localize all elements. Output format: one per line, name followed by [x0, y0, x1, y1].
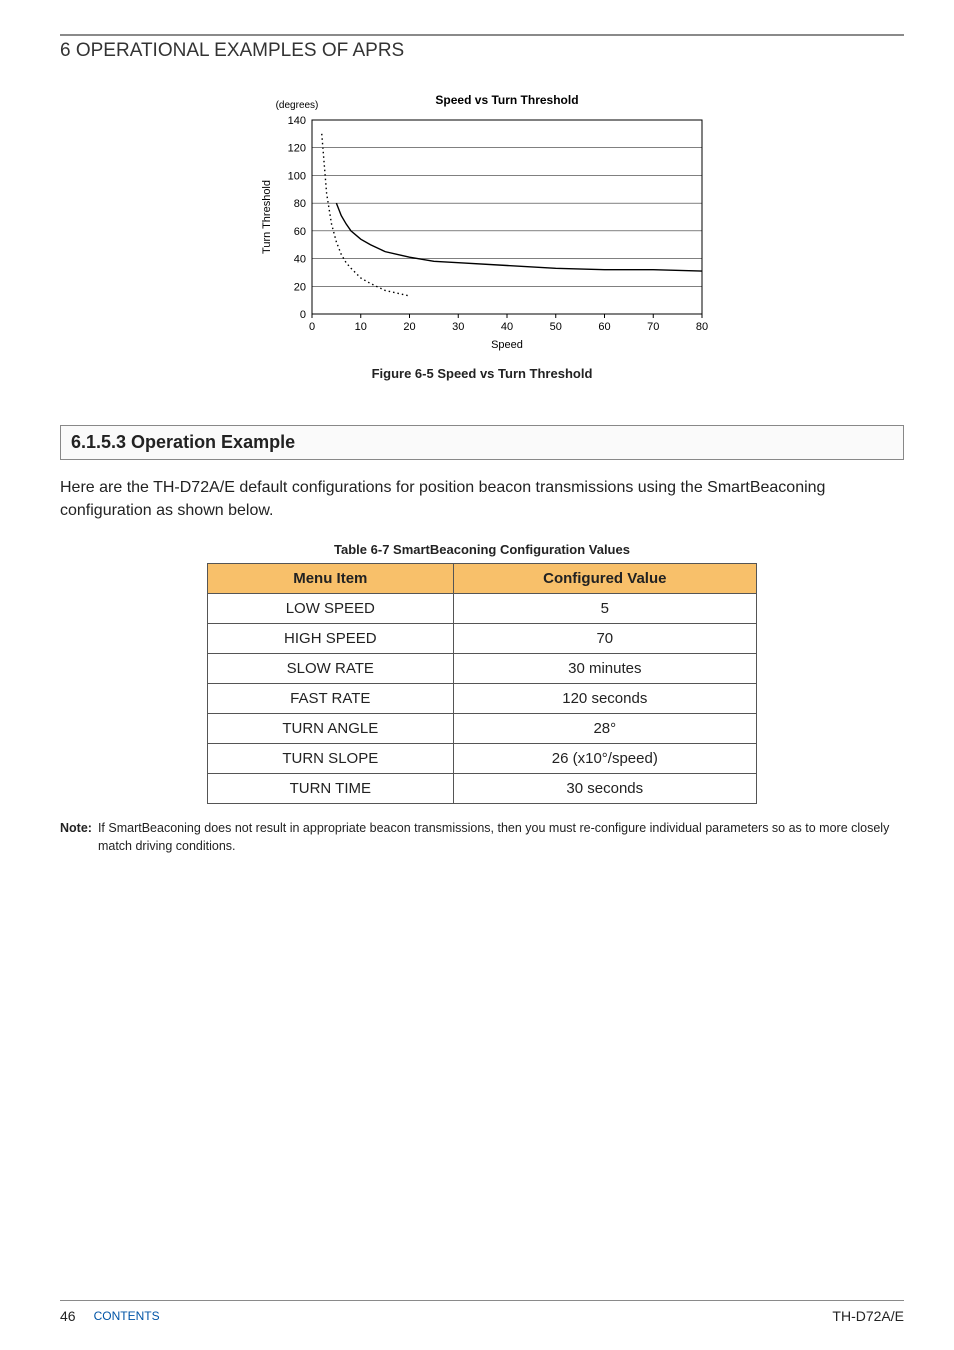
svg-text:30: 30 — [452, 321, 464, 333]
table-header-menu-item: Menu Item — [208, 564, 454, 594]
config-table: Menu Item Configured Value LOW SPEED5HIG… — [207, 563, 757, 804]
table-row: TURN TIME30 seconds — [208, 774, 757, 804]
page-number: 46 — [60, 1308, 76, 1324]
svg-text:100: 100 — [288, 170, 306, 182]
table-cell-configured-value: 30 minutes — [453, 654, 756, 684]
page-footer: 46 CONTENTS TH-D72A/E — [60, 1308, 904, 1324]
svg-text:Speed vs Turn Threshold: Speed vs Turn Threshold — [435, 93, 578, 107]
table-cell-configured-value: 70 — [453, 624, 756, 654]
svg-text:50: 50 — [550, 321, 562, 333]
svg-text:0: 0 — [300, 309, 306, 321]
table-cell-configured-value: 5 — [453, 594, 756, 624]
table-row: TURN ANGLE28° — [208, 714, 757, 744]
table-cell-configured-value: 28° — [453, 714, 756, 744]
note-block: Note: If SmartBeaconing does not result … — [60, 820, 904, 855]
table-cell-menu-item: FAST RATE — [208, 684, 454, 714]
svg-text:10: 10 — [355, 321, 367, 333]
table-cell-menu-item: TURN SLOPE — [208, 744, 454, 774]
operation-example-paragraph: Here are the TH-D72A/E default configura… — [60, 476, 904, 522]
turn-threshold-chart: 0 20 40 60 80 100 120 140 0 10 20 30 40 50 60 70 80 Speed… — [247, 90, 717, 360]
model-name: TH-D72A/E — [832, 1308, 904, 1324]
svg-text:60: 60 — [294, 226, 306, 238]
table-title: Table 6-7 SmartBeaconing Configuration V… — [60, 542, 904, 557]
svg-text:40: 40 — [501, 321, 513, 333]
table-cell-menu-item: TURN ANGLE — [208, 714, 454, 744]
contents-link[interactable]: CONTENTS — [94, 1309, 160, 1323]
svg-text:20: 20 — [403, 321, 415, 333]
svg-text:Speed: Speed — [491, 339, 523, 351]
table-row: SLOW RATE30 minutes — [208, 654, 757, 684]
table-header-row: Menu Item Configured Value — [208, 564, 757, 594]
table-cell-menu-item: LOW SPEED — [208, 594, 454, 624]
table-cell-menu-item: HIGH SPEED — [208, 624, 454, 654]
table-row: FAST RATE120 seconds — [208, 684, 757, 714]
figure-caption: Figure 6-5 Speed vs Turn Threshold — [60, 366, 904, 381]
svg-text:(degrees): (degrees) — [276, 100, 319, 111]
svg-text:0: 0 — [309, 321, 315, 333]
svg-text:60: 60 — [598, 321, 610, 333]
svg-text:70: 70 — [647, 321, 659, 333]
note-text: If SmartBeaconing does not result in app… — [98, 820, 904, 855]
operation-example-heading: 6.1.5.3 Operation Example — [71, 432, 893, 453]
table-cell-menu-item: TURN TIME — [208, 774, 454, 804]
table-cell-menu-item: SLOW RATE — [208, 654, 454, 684]
svg-text:80: 80 — [696, 321, 708, 333]
svg-text:80: 80 — [294, 198, 306, 210]
table-header-configured-value: Configured Value — [453, 564, 756, 594]
table-cell-configured-value: 30 seconds — [453, 774, 756, 804]
svg-text:20: 20 — [294, 281, 306, 293]
table-row: LOW SPEED5 — [208, 594, 757, 624]
section-heading: 6 OPERATIONAL EXAMPLES OF APRS — [60, 40, 904, 62]
table-cell-configured-value: 26 (x10°/speed) — [453, 744, 756, 774]
note-label: Note: — [60, 820, 92, 855]
svg-text:140: 140 — [288, 115, 306, 127]
svg-text:Turn Threshold: Turn Threshold — [261, 180, 273, 254]
svg-text:120: 120 — [288, 143, 306, 155]
table-row: HIGH SPEED70 — [208, 624, 757, 654]
table-row: TURN SLOPE26 (x10°/speed) — [208, 744, 757, 774]
svg-text:40: 40 — [294, 254, 306, 266]
chart-container: 0 20 40 60 80 100 120 140 0 10 20 30 40 50 60 70 80 Speed… — [60, 90, 904, 360]
operation-example-heading-box: 6.1.5.3 Operation Example — [60, 425, 904, 460]
table-cell-configured-value: 120 seconds — [453, 684, 756, 714]
